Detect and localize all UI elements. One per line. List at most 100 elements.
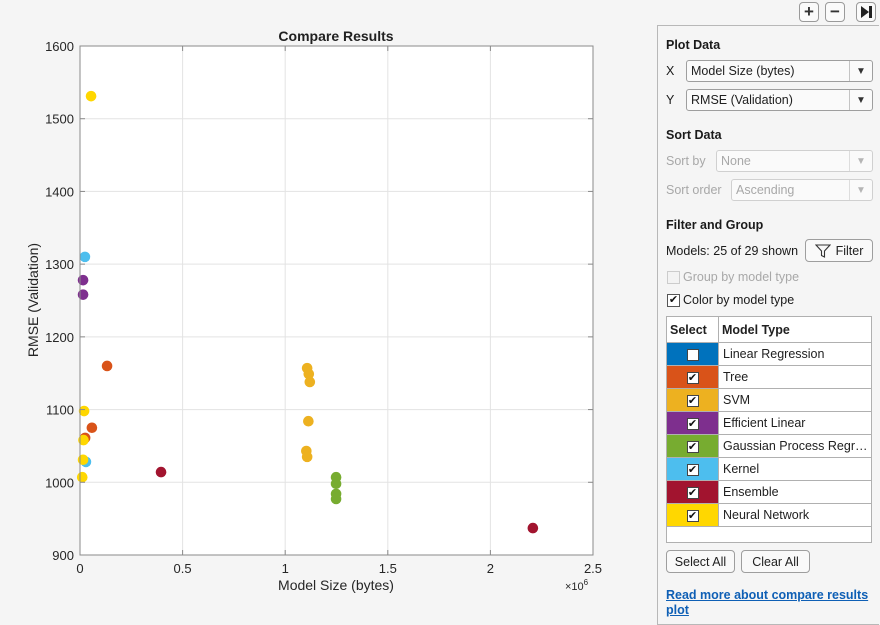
help-link[interactable]: Read more about compare results plot	[666, 588, 871, 618]
clear-all-button[interactable]: Clear All	[741, 550, 810, 573]
model-color-swatch: ✔	[666, 480, 719, 504]
group-by-checkbox[interactable]	[667, 271, 680, 284]
minus-icon: −	[830, 2, 840, 21]
model-color-swatch: ✔	[666, 388, 719, 412]
clear-all-label: Clear All	[752, 554, 799, 569]
settings-panel: Plot Data X Model Size (bytes) ▼ Y RMSE …	[657, 25, 879, 625]
collapse-panel-button[interactable]	[856, 2, 876, 22]
y-tick-label: 1000	[45, 475, 74, 490]
data-point-neural-network[interactable]	[85, 90, 97, 102]
y-tick-label: 1200	[45, 330, 74, 345]
y-axis-value: RMSE (Validation)	[691, 93, 793, 107]
collapse-right-icon	[861, 6, 872, 18]
y-tick-label: 1400	[45, 184, 74, 199]
dropdown-arrow-icon: ▼	[849, 180, 872, 200]
select-all-label: Select All	[674, 554, 727, 569]
model-type-name: Linear Regression	[718, 342, 872, 366]
data-point-efficient-linear[interactable]	[77, 289, 89, 300]
table-row[interactable]: ✔ Ensemble	[666, 480, 872, 504]
select-column-header[interactable]: Select	[666, 316, 719, 343]
data-point-svm[interactable]	[303, 415, 314, 427]
data-point-svm[interactable]	[304, 376, 316, 388]
x-tick-label: 2	[487, 561, 494, 576]
model-type-name: Neural Network	[718, 503, 872, 527]
data-point-kernel[interactable]	[79, 251, 91, 263]
model-color-swatch: ✔	[666, 503, 719, 527]
table-header-row: Select Model Type	[666, 316, 872, 343]
x-exponent-label: ×106	[565, 578, 589, 593]
table-row[interactable]: ✔ Gaussian Process Regre…	[666, 434, 872, 458]
table-row[interactable]: ✔ Tree	[666, 365, 872, 389]
select-checkbox[interactable]	[686, 348, 699, 361]
data-point-neural-network[interactable]	[77, 454, 89, 466]
table-row[interactable]: ✔ SVM	[666, 388, 872, 412]
x-tick-label: 1	[282, 561, 289, 576]
filter-button[interactable]: Filter	[805, 239, 873, 262]
funnel-icon	[814, 243, 831, 258]
sort-order-label: Sort order	[666, 183, 722, 197]
data-point-ensemble[interactable]	[527, 522, 539, 534]
data-point-svm[interactable]	[301, 451, 313, 463]
filter-button-label: Filter	[835, 243, 864, 258]
x-axis-value: Model Size (bytes)	[691, 64, 795, 78]
select-all-button[interactable]: Select All	[666, 550, 735, 573]
sort-by-dropdown[interactable]: None ▼	[716, 150, 873, 172]
x-label: X	[666, 64, 675, 78]
y-axis-dropdown[interactable]: RMSE (Validation) ▼	[686, 89, 873, 111]
model-type-column-header[interactable]: Model Type	[718, 316, 872, 343]
sort-by-label: Sort by	[666, 154, 706, 168]
select-checkbox[interactable]: ✔	[686, 440, 699, 453]
table-row[interactable]: ✔ Neural Network	[666, 503, 872, 527]
model-type-table: Select Model Type Linear Regression ✔ Tree…	[666, 316, 872, 543]
table-row[interactable]: ✔ Efficient Linear	[666, 411, 872, 435]
x-tick-label: 2.5	[584, 561, 602, 576]
y-tick-label: 1300	[45, 257, 74, 272]
x-axis-label: Model Size (bytes)	[278, 577, 394, 593]
color-by-label: Color by model type	[683, 293, 795, 307]
sort-order-value: Ascending	[736, 183, 795, 197]
x-tick-label: 0	[76, 561, 83, 576]
x-axis-dropdown[interactable]: Model Size (bytes) ▼	[686, 60, 873, 82]
dropdown-arrow-icon: ▼	[849, 61, 872, 81]
data-point-tree[interactable]	[101, 360, 113, 372]
x-tick-label: 1.5	[379, 561, 397, 576]
data-point-gaussian-process-regression[interactable]	[330, 478, 342, 490]
select-checkbox[interactable]: ✔	[686, 463, 699, 476]
data-point-tree[interactable]	[86, 422, 98, 434]
empty-cell	[666, 526, 872, 543]
table-row[interactable]: ✔ Kernel	[666, 457, 872, 481]
select-checkbox[interactable]: ✔	[686, 371, 699, 384]
y-label: Y	[666, 93, 675, 107]
select-checkbox[interactable]: ✔	[686, 394, 699, 407]
data-point-gaussian-process-regression[interactable]	[330, 493, 342, 505]
model-color-swatch	[666, 342, 719, 366]
zoom-out-button[interactable]: −	[825, 2, 845, 22]
y-tick-label: 1600	[45, 39, 74, 54]
y-tick-label: 1100	[46, 403, 74, 418]
model-type-name: Kernel	[718, 457, 872, 481]
sort-order-dropdown[interactable]: Ascending ▼	[731, 179, 873, 201]
model-type-name: SVM	[718, 388, 872, 412]
y-tick-label: 1500	[45, 112, 74, 127]
model-type-name: Ensemble	[718, 480, 872, 504]
select-checkbox[interactable]: ✔	[686, 417, 699, 430]
table-row[interactable]: Linear Regression	[666, 342, 872, 366]
dropdown-arrow-icon: ▼	[849, 90, 872, 110]
model-color-swatch: ✔	[666, 411, 719, 435]
y-axis-label: RMSE (Validation)	[25, 243, 41, 357]
model-color-swatch: ✔	[666, 434, 719, 458]
data-point-efficient-linear[interactable]	[77, 274, 89, 286]
sort-by-value: None	[721, 154, 751, 168]
model-color-swatch: ✔	[666, 365, 719, 389]
zoom-in-button[interactable]: +	[799, 2, 819, 22]
data-point-ensemble[interactable]	[155, 466, 167, 478]
data-point-neural-network[interactable]	[76, 471, 88, 483]
select-checkbox[interactable]: ✔	[686, 509, 699, 522]
model-color-swatch: ✔	[666, 457, 719, 481]
color-by-checkbox[interactable]: ✔	[667, 294, 680, 307]
select-checkbox[interactable]: ✔	[686, 486, 699, 499]
models-shown-count: Models: 25 of 29 shown	[666, 244, 799, 258]
model-type-name: Efficient Linear	[718, 411, 872, 435]
chart-title: Compare Results	[278, 28, 393, 44]
group-by-label: Group by model type	[683, 270, 800, 284]
